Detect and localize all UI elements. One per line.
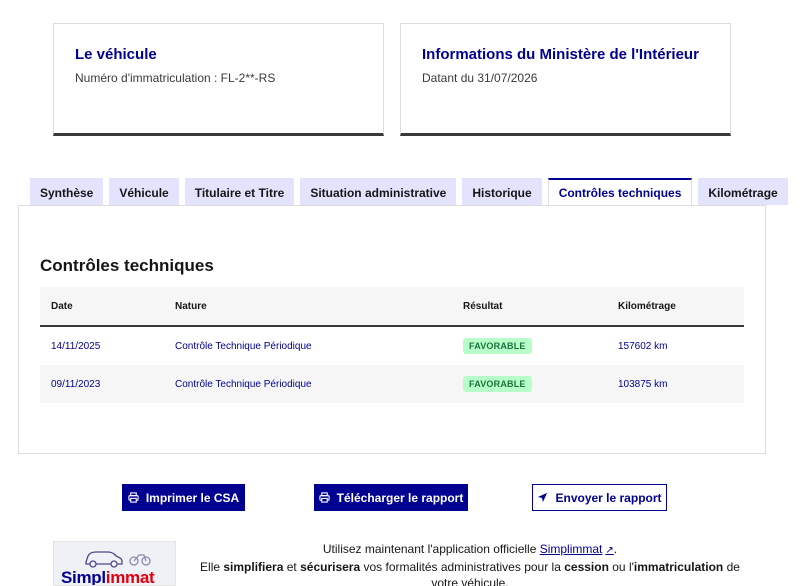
printer-icon (128, 492, 139, 503)
logo-wordmark: Simplimmat (61, 568, 155, 586)
tab-historique[interactable]: Historique (462, 178, 542, 205)
status-badge: FAVORABLE (463, 376, 532, 392)
send-icon (538, 492, 548, 503)
row-result: FAVORABLE (452, 376, 607, 392)
row-mileage: 103875 km (618, 378, 668, 390)
simplimmat-logo: Simplimmat (53, 541, 176, 586)
status-badge: FAVORABLE (463, 338, 532, 354)
registration-number: Numéro d'immatriculation : FL-2**-RS (75, 71, 276, 85)
tab-controles[interactable]: Contrôles techniques (547, 178, 693, 206)
tab-vehicule[interactable]: Véhicule (109, 178, 179, 205)
print-csa-button[interactable]: Imprimer le CSA (122, 484, 245, 511)
promo-line-3: votre véhicule. (431, 576, 509, 586)
column-mileage: Kilométrage (618, 300, 676, 312)
tab-list: Synthèse Véhicule Titulaire et Titre Sit… (30, 178, 794, 206)
tab-kilometrage[interactable]: Kilométrage (698, 178, 788, 205)
vehicle-card: Le véhicule Numéro d'immatriculation : F… (53, 23, 384, 136)
panel-title: Contrôles techniques (40, 256, 214, 275)
simplimmat-promo: Utilisez maintenant l'application offici… (200, 541, 740, 586)
send-report-button[interactable]: Envoyer le rapport (532, 484, 667, 511)
row-date: 14/11/2025 (51, 340, 101, 352)
simplimmat-link[interactable]: Simplimmat ↗ (540, 542, 614, 556)
row-nature: Contrôle Technique Périodique (175, 340, 312, 352)
download-report-label: Télécharger le rapport (336, 490, 464, 505)
table-row: 09/11/2023 Contrôle Technique Périodique… (40, 365, 744, 403)
tab-titulaire[interactable]: Titulaire et Titre (184, 178, 295, 205)
column-date: Date (51, 300, 73, 312)
vehicle-card-title: Le véhicule (75, 46, 157, 63)
printer-icon (319, 492, 330, 503)
column-result: Résultat (463, 300, 503, 312)
row-nature: Contrôle Technique Périodique (175, 378, 312, 390)
row-mileage: 157602 km (618, 340, 668, 352)
ministry-date: Datant du 31/07/2026 (422, 71, 538, 85)
inspections-table: Date Nature Résultat Kilométrage 14/11/2… (40, 287, 744, 403)
tab-situation[interactable]: Situation administrative (300, 178, 457, 205)
table-header: Date Nature Résultat Kilométrage (40, 287, 744, 327)
send-report-label: Envoyer le rapport (555, 490, 662, 505)
column-nature: Nature (175, 300, 207, 312)
row-date: 09/11/2023 (51, 378, 101, 390)
promo-line-2: Elle simplifiera et sécurisera vos forma… (200, 560, 740, 574)
tab-synthese[interactable]: Synthèse (30, 178, 104, 205)
ministry-card-title: Informations du Ministère de l'Intérieur (422, 46, 699, 63)
table-row: 14/11/2025 Contrôle Technique Périodique… (40, 327, 744, 365)
row-result: FAVORABLE (452, 338, 607, 354)
print-csa-label: Imprimer le CSA (145, 490, 240, 505)
download-report-button[interactable]: Télécharger le rapport (314, 484, 468, 511)
car-icon (85, 551, 151, 568)
promo-line-1: Utilisez maintenant l'application offici… (322, 542, 618, 556)
external-link-icon: ↗ (605, 545, 614, 556)
ministry-card: Informations du Ministère de l'Intérieur… (400, 23, 731, 136)
tab-panel: Contrôles techniques Date Nature Résulta… (18, 205, 766, 454)
